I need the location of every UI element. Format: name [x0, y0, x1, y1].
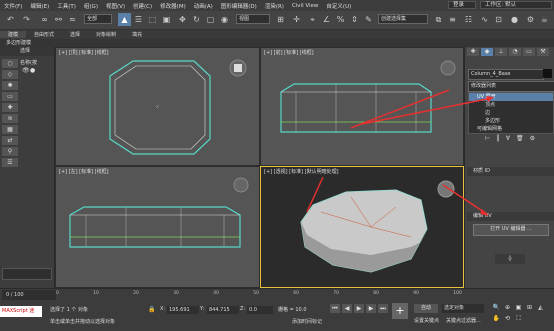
x-coord-field[interactable]: 195.691 [167, 306, 199, 314]
z-coord-label: Z: [240, 306, 246, 312]
add-time-tag[interactable]: 添加时间标记 [292, 318, 322, 325]
time-tick-60: 60 [293, 291, 299, 296]
selection-status: 选择了 1 个 对象 [50, 307, 88, 313]
zoom-extents-icon[interactable]: ▣ [514, 304, 523, 313]
time-tick-70: 70 [333, 291, 339, 296]
zoom-extents-all-icon[interactable]: ⊞ [525, 304, 534, 313]
time-tick-10: 10 [93, 291, 99, 296]
time-tick-20: 20 [133, 291, 139, 296]
play-icon[interactable]: ▶ [354, 304, 364, 313]
goto-end-icon[interactable]: ⏭ [378, 304, 388, 313]
time-tick-90: 90 [413, 291, 420, 296]
time-slider[interactable]: 0 / 100 [2, 290, 56, 300]
grid-size: 栅格 = 10.0 [278, 307, 307, 313]
set-key-mode[interactable]: 设置关键点 [414, 317, 444, 326]
auto-key-button[interactable]: 自动 [414, 304, 438, 313]
selected-object-dropdown[interactable]: 选定对象 [442, 304, 484, 313]
maximize-viewport-icon[interactable]: ⛶ [514, 315, 523, 324]
time-tick-30: 30 [173, 291, 179, 296]
fov-icon[interactable]: ◭ [536, 304, 545, 313]
next-frame-icon[interactable]: ▶ [366, 304, 376, 313]
maxscript-listener[interactable]: MAXScript 迷 [0, 306, 42, 317]
zoom-icon[interactable]: 🔍 [492, 304, 501, 313]
annotation-overlay [361, 96, 494, 216]
prompt-hint: 单击或单击并拖动以选择对象 [50, 319, 116, 325]
lock-selection-icon[interactable]: 🔒 [148, 306, 155, 313]
prev-frame-icon[interactable]: ◀ [342, 304, 352, 313]
time-tick-50: 50 [253, 291, 259, 296]
key-filters[interactable]: 关键点过滤器... [446, 317, 486, 326]
set-key-icon[interactable]: + [392, 303, 408, 319]
goto-start-icon[interactable]: ⏮ [330, 304, 340, 313]
pan-icon[interactable]: ✋ [492, 315, 501, 324]
time-tick-100: 100 [453, 291, 462, 296]
y-coord-field[interactable]: 844.715 [207, 306, 239, 314]
time-tick-40: 40 [213, 291, 219, 296]
z-coord-field[interactable]: 0.0 [247, 306, 273, 314]
time-tick-0: 0 [56, 291, 59, 296]
time-tick-80: 80 [373, 291, 379, 296]
y-coord-label: Y: [200, 306, 205, 312]
x-coord-label: X: [160, 306, 166, 312]
zoom-all-icon[interactable]: ⊕ [503, 304, 512, 313]
orbit-icon[interactable]: ⟲ [503, 315, 512, 324]
status-area: 0 / 100 0 10 20 30 40 50 60 70 80 90 100… [0, 288, 554, 331]
